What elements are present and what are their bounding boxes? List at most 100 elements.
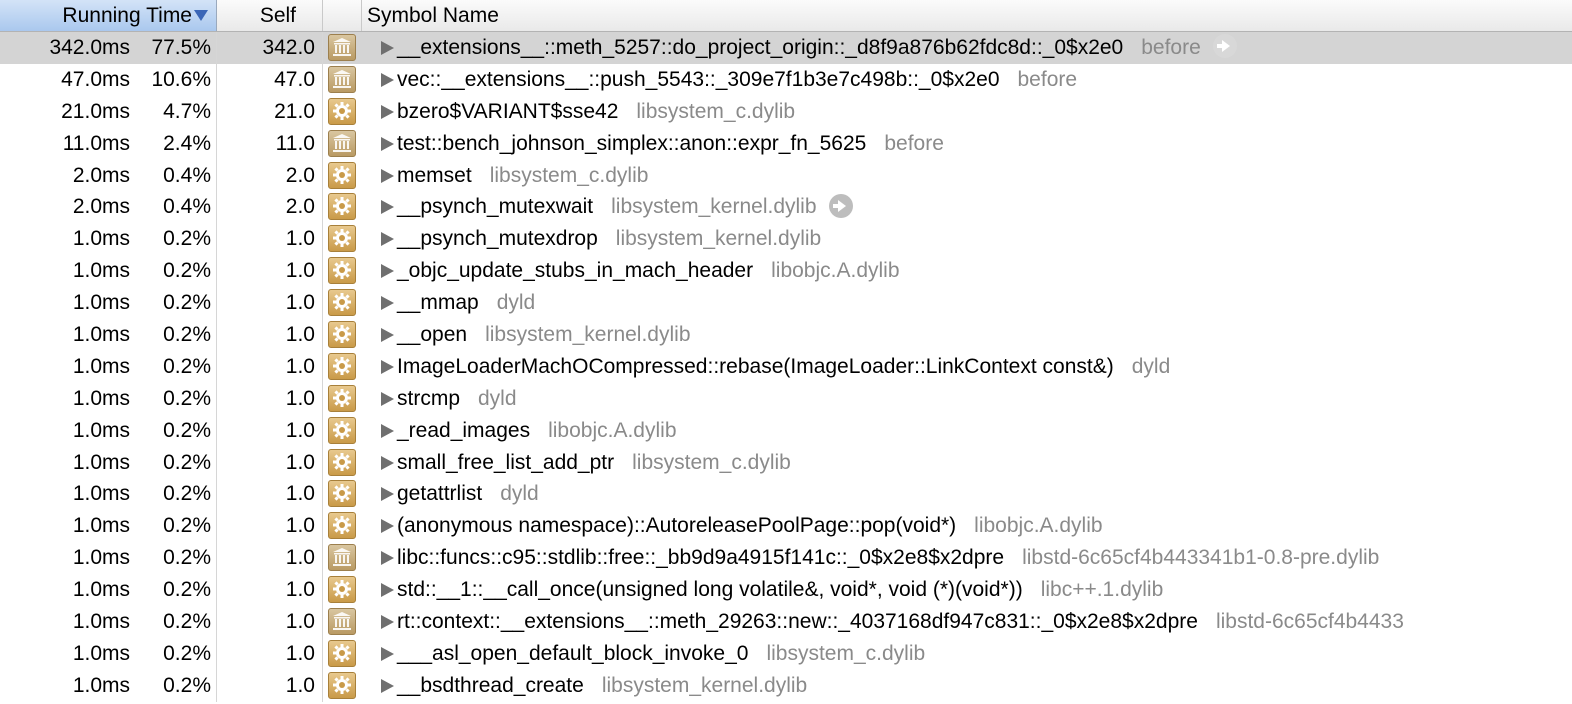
disclosure-triangle-icon[interactable] <box>381 519 394 534</box>
running-time-ms: 1.0ms <box>72 227 130 251</box>
table-row[interactable]: 1.0ms 0.2% 1.0 __bsdthread_create libsystem_… <box>0 669 1572 702</box>
disclosure-triangle-icon[interactable] <box>381 615 394 630</box>
disclosure-triangle-icon[interactable] <box>381 583 394 598</box>
table-row[interactable]: 1.0ms 0.2% 1.0 __mmap dyld <box>0 287 1572 320</box>
column-divider <box>216 32 217 64</box>
symbol-name: __open libsystem_kernel.dylib <box>397 319 691 351</box>
table-row[interactable]: 1.0ms 0.2% 1.0 rt::context::__extensions__:… <box>0 606 1572 638</box>
column-divider <box>216 63 217 96</box>
running-time-percent: 0.4% <box>163 163 211 187</box>
disclosure-triangle-icon[interactable] <box>381 391 394 406</box>
table-row[interactable]: 1.0ms 0.2% 1.0 ImageLoaderMachOCompressed::… <box>0 350 1572 383</box>
symbol-function-name: __psynch_mutexwait <box>397 195 594 219</box>
library-icon <box>328 608 356 636</box>
system-gear-icon <box>328 352 356 380</box>
running-time-percent: 0.2% <box>163 291 211 315</box>
running-time-ms: 1.0ms <box>72 418 130 442</box>
table-row[interactable]: 1.0ms 0.2% 1.0 getattrlist dyld <box>0 478 1572 511</box>
running-time-ms: 2.0ms <box>72 163 130 187</box>
system-gear-icon <box>328 671 356 699</box>
self-time: 1.0 <box>285 546 315 570</box>
disclosure-triangle-icon[interactable] <box>381 200 394 215</box>
table-row[interactable]: 1.0ms 0.2% 1.0 __open libsystem_kernel.dylib <box>0 319 1572 351</box>
table-row[interactable]: 1.0ms 0.2% 1.0 _objc_update_stubs_in_mach_h… <box>0 255 1572 288</box>
disclosure-triangle-icon[interactable] <box>381 72 394 87</box>
disclosure-triangle-icon[interactable] <box>381 104 394 119</box>
table-row[interactable]: 1.0ms 0.2% 1.0 std::__1::__call_once(unsign… <box>0 574 1572 607</box>
focus-arrow-icon[interactable] <box>828 193 853 218</box>
column-divider <box>322 159 323 192</box>
disclosure-triangle-icon[interactable] <box>381 646 394 661</box>
disclosure-triangle-icon[interactable] <box>381 136 394 151</box>
disclosure-triangle-icon[interactable] <box>381 264 394 279</box>
symbol-name: test::bench_johnson_simplex::anon::expr_… <box>397 128 944 160</box>
symbol-name-column-header[interactable]: Symbol Name <box>362 0 1572 31</box>
self-time: 1.0 <box>285 450 315 474</box>
running-time-ms: 1.0ms <box>72 514 130 538</box>
table-row[interactable]: 47.0ms 10.6% 47.0 vec::__extensions__::push… <box>0 63 1572 96</box>
table-row[interactable]: 1.0ms 0.2% 1.0 ___asl_open_default_block_in… <box>0 637 1572 670</box>
column-divider <box>216 669 217 702</box>
table-row[interactable]: 2.0ms 0.4% 2.0 __psynch_mutexwait libsystem_… <box>0 191 1572 224</box>
self-time: 1.0 <box>285 482 315 506</box>
table-row[interactable]: 1.0ms 0.2% 1.0 small_free_list_add_ptr libsy… <box>0 446 1572 479</box>
running-time-percent: 0.2% <box>163 482 211 506</box>
system-gear-icon <box>328 480 356 508</box>
table-row[interactable]: 1.0ms 0.2% 1.0 (anonymous namespace)::Autor… <box>0 510 1572 543</box>
column-divider <box>322 478 323 511</box>
table-row[interactable]: 1.0ms 0.2% 1.0 __psynch_mutexdrop libsystem_… <box>0 223 1572 256</box>
symbol-library: before <box>884 131 944 155</box>
self-column-header[interactable]: Self <box>217 0 323 31</box>
symbol-name: _objc_update_stubs_in_mach_header libobjc… <box>397 255 900 287</box>
self-time: 1.0 <box>285 227 315 251</box>
symbol-name: std::__1::__call_once(unsigned long vola… <box>397 574 1163 606</box>
table-row[interactable]: 2.0ms 0.4% 2.0 memset libsystem_c.dylib <box>0 159 1572 192</box>
symbol-name: (anonymous namespace)::AutoreleasePoolPa… <box>397 510 1103 542</box>
disclosure-triangle-icon[interactable] <box>381 328 394 343</box>
symbol-library: libsystem_c.dylib <box>632 450 791 474</box>
table-row[interactable]: 11.0ms 2.4% 11.0 test::bench_johnson_simple… <box>0 127 1572 160</box>
disclosure-triangle-icon[interactable] <box>381 296 394 311</box>
running-time-ms: 1.0ms <box>72 291 130 315</box>
disclosure-triangle-icon[interactable] <box>381 359 394 374</box>
disclosure-triangle-icon[interactable] <box>381 232 394 247</box>
column-divider <box>216 127 217 160</box>
table-row[interactable]: 342.0ms 77.5% 342.0 __extensions__::meth_52… <box>0 32 1572 64</box>
running-time-percent: 4.7% <box>163 99 211 123</box>
column-divider <box>322 191 323 224</box>
system-gear-icon <box>328 97 356 125</box>
symbol-function-name: __psynch_mutexdrop <box>397 227 598 251</box>
symbol-library: dyld <box>1131 354 1171 378</box>
column-divider <box>322 319 323 351</box>
table-row[interactable]: 1.0ms 0.2% 1.0 strcmp dyld <box>0 382 1572 415</box>
column-divider <box>322 382 323 415</box>
running-time-ms: 21.0ms <box>61 99 130 123</box>
disclosure-triangle-icon[interactable] <box>381 455 394 470</box>
running-time-percent: 0.2% <box>163 227 211 251</box>
running-time-column-header[interactable]: Running Time <box>0 0 217 31</box>
disclosure-triangle-icon[interactable] <box>381 487 394 502</box>
running-time-ms: 1.0ms <box>72 259 130 283</box>
disclosure-triangle-icon[interactable] <box>381 423 394 438</box>
symbol-library: libobjc.A.dylib <box>974 514 1103 538</box>
disclosure-triangle-icon[interactable] <box>381 168 394 183</box>
table-row[interactable]: 1.0ms 0.2% 1.0 libc::funcs::c95::stdlib::fr… <box>0 542 1572 575</box>
system-gear-icon <box>328 384 356 412</box>
disclosure-triangle-icon[interactable] <box>381 551 394 566</box>
symbol-library: libstd-6c65cf4b4433 <box>1215 610 1404 634</box>
running-time-percent: 0.2% <box>163 673 211 697</box>
disclosure-triangle-icon[interactable] <box>381 678 394 693</box>
column-divider <box>322 606 323 638</box>
symbol-library: libsystem_c.dylib <box>766 641 926 665</box>
table-row[interactable]: 21.0ms 4.7% 21.0 bzero$VARIANT$sse42 libsyst… <box>0 95 1572 128</box>
symbol-name: small_free_list_add_ptr libsystem_c.dylib <box>397 447 791 479</box>
table-row[interactable]: 1.0ms 0.2% 1.0 _read_images libobjc.A.dylib <box>0 414 1572 447</box>
symbol-library: libsystem_kernel.dylib <box>601 673 808 697</box>
library-icon <box>328 34 356 61</box>
type-column-header[interactable] <box>323 0 362 31</box>
disclosure-triangle-icon[interactable] <box>381 41 394 55</box>
focus-arrow-icon[interactable] <box>1212 34 1237 59</box>
symbol-function-name: memset <box>397 163 472 187</box>
running-time-ms: 1.0ms <box>72 450 130 474</box>
running-time-ms: 1.0ms <box>72 610 130 634</box>
